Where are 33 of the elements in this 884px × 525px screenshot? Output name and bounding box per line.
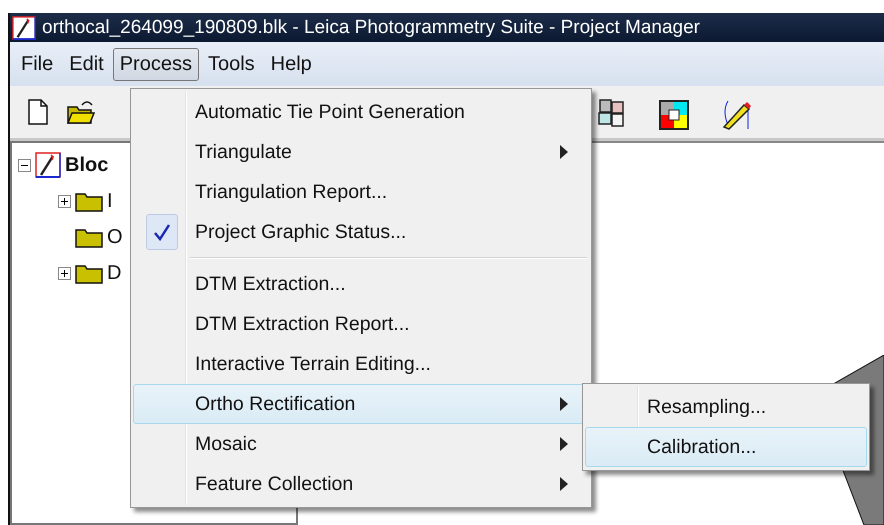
menu[interactable]: Edit [62,48,111,80]
tile-grid-icon[interactable] [598,98,626,128]
open-folder-icon[interactable] [66,99,96,125]
tree-item[interactable]: D [107,262,122,284]
collapse-icon[interactable] [18,158,31,172]
tree-item[interactable]: O [107,226,123,248]
submenu-arrow-icon [560,397,568,411]
menu-item[interactable]: Calibration... [585,427,867,467]
menu[interactable]: Help [264,48,319,80]
menu[interactable]: File [14,48,60,80]
submenu-arrow-icon [560,145,568,159]
pencil-icon[interactable] [720,99,752,131]
menu-item[interactable]: Automatic Tie Point Generation [133,92,589,132]
menu[interactable]: Tools [200,48,262,80]
new-document-icon[interactable] [28,99,48,125]
expand-icon[interactable] [58,266,71,280]
menu-item[interactable]: Triangulation Report... [133,172,589,212]
logo-icon [12,16,36,40]
logo-icon [35,152,61,178]
tree-item[interactable]: Bloc [65,154,108,176]
menu[interactable]: Process [112,48,199,80]
color-tiles-icon[interactable] [659,100,689,130]
menu-item[interactable]: DTM Extraction... [133,264,589,304]
menu-item[interactable]: Interactive Terrain Editing... [133,344,589,384]
expand-icon[interactable] [58,194,71,208]
menu-item[interactable]: Project Graphic Status... [133,212,589,252]
menu-item[interactable]: Feature Collection [133,464,589,504]
menu-item[interactable]: Triangulate [133,132,589,172]
submenu-arrow-icon [560,437,568,451]
submenu-arrow-icon [560,477,568,491]
tree-item[interactable]: I [107,190,113,212]
menu-item[interactable]: DTM Extraction Report... [133,304,589,344]
window-title: orthocal_264099_190809.blk - Leica Photogrammetry Suite - Project Manager [42,16,700,38]
